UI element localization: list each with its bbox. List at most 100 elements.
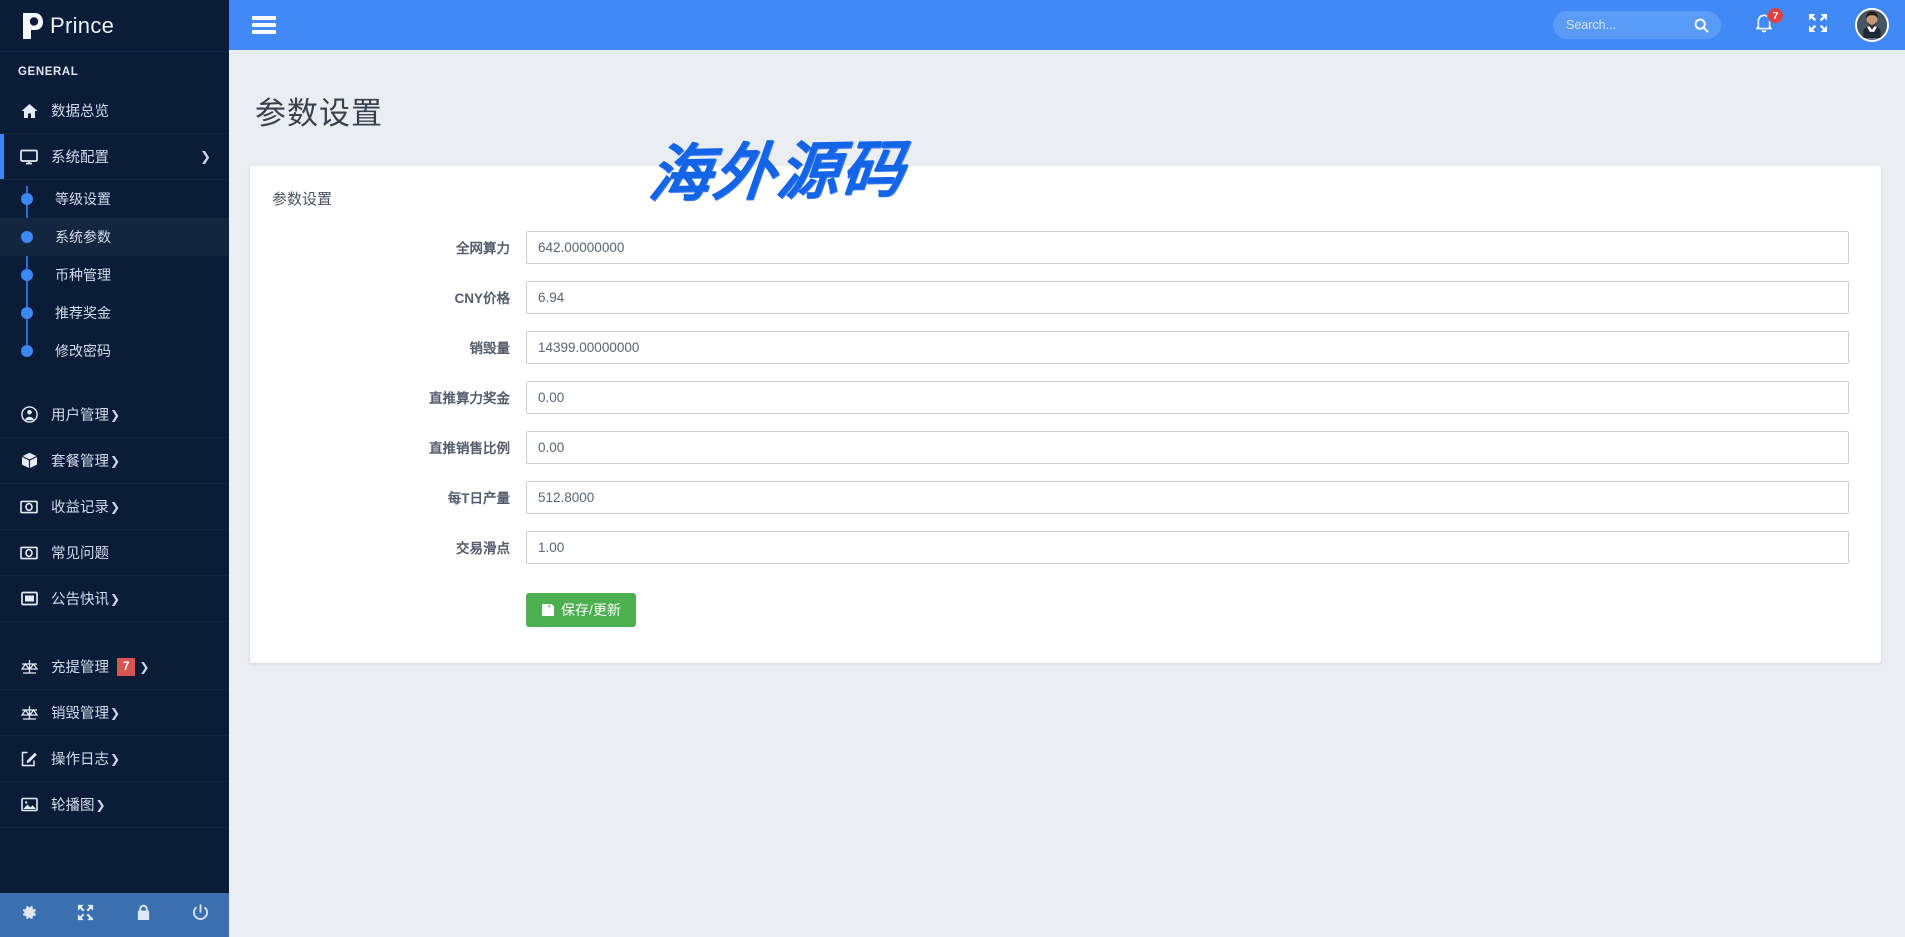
chevron-right-icon: ❯ [110,706,120,720]
power-button[interactable] [172,903,229,927]
notifications-button[interactable]: 7 [1749,10,1779,40]
chevron-right-icon: ❯ [110,500,120,514]
avatar[interactable] [1855,8,1889,42]
money-icon [18,543,40,563]
sidebar-item-system-config[interactable]: 系统配置 ❯ [0,134,229,180]
sidebar-subitem-label: 系统参数 [55,227,111,247]
sidebar-section-label: GENERAL [0,56,229,88]
form-row-trade-slippage: 交易滑点 [250,531,1881,564]
field-label: 全网算力 [250,237,526,257]
sidebar-item-label: 轮播图 [51,794,95,815]
sidebar-nav: GENERAL 数据总览 系统配置 ❯ 等级设 [0,52,229,893]
total-hashrate-input[interactable] [526,231,1849,264]
sidebar-item-burn-management[interactable]: 销毁管理 ❯ [0,690,229,736]
search-icon[interactable] [1691,15,1711,35]
sidebar-subitem-system-params[interactable]: 系统参数 [0,218,229,256]
user-avatar [1857,8,1887,40]
sidebar-subitem-label: 修改密码 [55,341,111,361]
scales-icon [18,657,40,677]
sidebar-item-faq[interactable]: 常见问题 [0,530,229,576]
sidebar-subitem-referral-bonus[interactable]: 推荐奖金 [0,294,229,332]
sidebar-submenu-system-config: 等级设置 系统参数 币种管理 推荐奖金 修改密码 [0,180,229,370]
sidebar-item-label: 用户管理 [51,404,109,425]
sidebar-subitem-label: 推荐奖金 [55,303,111,323]
lock-icon [135,903,152,927]
box-icon [18,451,40,471]
params-form: 全网算力 CNY价格 销毁量 直推算力奖金 直推销售比例 [250,215,1881,627]
params-card: 海外源码 参数设置 全网算力 CNY价格 销毁量 直推算力奖金 [250,166,1881,663]
power-icon [191,903,210,927]
sidebar-item-operation-log[interactable]: 操作日志 ❯ [0,736,229,782]
status-badge: 7 [117,658,135,676]
cny-price-input[interactable] [526,281,1849,314]
field-label: 每T日产量 [250,487,526,507]
chevron-right-icon: ❯ [110,454,120,468]
card-title: 参数设置 [250,166,1881,215]
daily-output-per-t-input[interactable] [526,481,1849,514]
sidebar-subitem-label: 等级设置 [55,189,111,209]
chevron-right-icon: ❯ [110,752,120,766]
referral-sales-ratio-input[interactable] [526,431,1849,464]
sidebar-item-label: 操作日志 [51,748,109,769]
hamburger-bar [252,23,276,27]
gear-icon [19,903,38,927]
form-row-daily-output-per-t: 每T日产量 [250,481,1881,514]
settings-button[interactable] [0,903,57,927]
page-title: 参数设置 [229,71,1905,145]
brand-logo[interactable]: Prince [0,0,229,52]
sidebar-subitem-level-settings[interactable]: 等级设置 [0,180,229,218]
main-content: 参数设置 海外源码 参数设置 全网算力 CNY价格 销毁量 直推 [229,50,1905,937]
form-row-burn-amount: 销毁量 [250,331,1881,364]
form-row-referral-sales-ratio: 直推销售比例 [250,431,1881,464]
field-label: 直推销售比例 [250,437,526,457]
trade-slippage-input[interactable] [526,531,1849,564]
search-box[interactable] [1553,11,1721,39]
sidebar-subitem-change-password[interactable]: 修改密码 [0,332,229,370]
topbar-actions: 7 [1553,8,1905,42]
home-icon [18,101,40,121]
field-label: 交易滑点 [250,537,526,557]
search-input[interactable] [1553,12,1681,38]
field-label: 销毁量 [250,337,526,357]
sidebar-item-dashboard[interactable]: 数据总览 [0,88,229,134]
hamburger-icon[interactable] [252,16,276,34]
notification-count-badge: 7 [1767,7,1784,24]
sidebar-footer [0,893,229,937]
form-row-total-hashrate: 全网算力 [250,231,1881,264]
expand-icon [76,903,95,927]
edit-square-icon [18,749,40,769]
sidebar-item-announcements[interactable]: 公告快讯 ❯ [0,576,229,622]
fullscreen-toggle[interactable] [1805,12,1831,38]
sidebar-item-carousel[interactable]: 轮播图 ❯ [0,782,229,828]
nav-spacer [0,622,229,644]
sidebar-item-label: 套餐管理 [51,450,109,471]
lock-button[interactable] [115,903,172,927]
nav-spacer [0,370,229,392]
hamburger-bar [252,30,276,34]
sidebar-item-income-records[interactable]: 收益记录 ❯ [0,484,229,530]
sidebar-item-label: 收益记录 [51,496,109,517]
sidebar-item-label: 公告快讯 [51,588,109,609]
window-icon [18,589,40,609]
sidebar-item-user-management[interactable]: 用户管理 ❯ [0,392,229,438]
form-row-referral-hashrate-bonus: 直推算力奖金 [250,381,1881,414]
fullscreen-button[interactable] [57,903,114,927]
sidebar-item-deposit-withdraw[interactable]: 充提管理 7 ❯ [0,644,229,690]
save-button-label: 保存/更新 [561,600,621,620]
scales-icon [18,703,40,723]
money-icon [18,497,40,517]
burn-amount-input[interactable] [526,331,1849,364]
referral-hashrate-bonus-input[interactable] [526,381,1849,414]
form-row-cny-price: CNY价格 [250,281,1881,314]
save-button[interactable]: 保存/更新 [526,593,636,627]
sidebar-item-package-management[interactable]: 套餐管理 ❯ [0,438,229,484]
topbar: 7 [229,0,1905,50]
sidebar-subitem-label: 币种管理 [55,265,111,285]
admin-app: Prince GENERAL 数据总览 系统配置 ❯ [0,0,1905,937]
pin-p-logo-icon [18,11,44,41]
chevron-right-icon: ❯ [139,660,149,674]
chevron-down-icon: ❯ [200,149,211,165]
sidebar-subitem-currency-management[interactable]: 币种管理 [0,256,229,294]
chevron-right-icon: ❯ [110,408,120,422]
sidebar-item-label: 常见问题 [51,542,109,563]
